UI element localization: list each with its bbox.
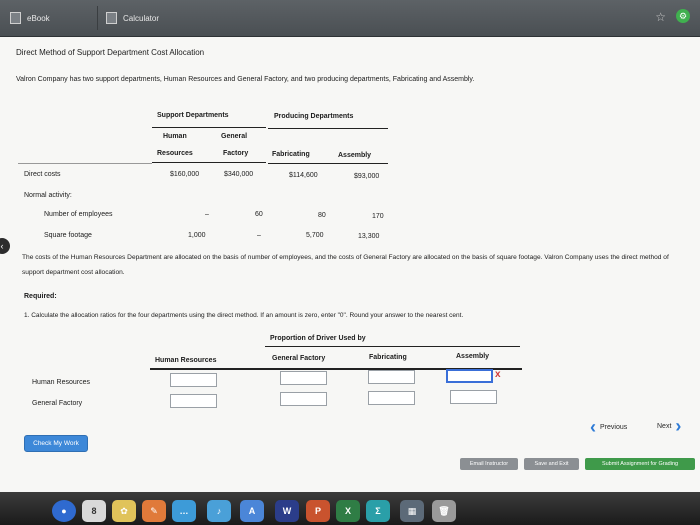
col-assembly: Assembly xyxy=(338,152,372,159)
hr-row-hr-input[interactable] xyxy=(170,373,217,387)
star-icon[interactable]: ☆ xyxy=(655,10,666,24)
header-support-departments: Support Departments xyxy=(157,112,229,119)
page-title: Direct Method of Support Department Cost… xyxy=(16,48,205,57)
employees-fab: 80 xyxy=(318,212,326,219)
chevron-right-icon: › xyxy=(675,416,682,436)
tab-divider xyxy=(97,6,98,30)
col-gf-line1: General xyxy=(221,133,248,140)
support-underline xyxy=(152,127,266,128)
grid-app-icon[interactable]: ▦ xyxy=(400,500,424,522)
employees-asm: 170 xyxy=(372,213,384,220)
producing-underline xyxy=(268,128,388,129)
next-button[interactable]: Next › xyxy=(657,416,682,436)
gear-icon[interactable]: ⚙ xyxy=(676,9,690,23)
sqft-asm: 13,300 xyxy=(358,233,380,240)
top-tab-bar: eBook Calculator ☆ ⚙ xyxy=(0,0,700,37)
employees-gf: 60 xyxy=(255,211,263,218)
word-icon[interactable]: W xyxy=(275,500,299,522)
notes-icon[interactable]: ✎ xyxy=(142,500,166,522)
row-normal-activity-label: Normal activity: xyxy=(24,192,72,199)
ans-row-hr-label: Human Resources xyxy=(32,379,90,386)
direct-costs-fab: $114,600 xyxy=(289,172,318,179)
tab-calculator-label: Calculator xyxy=(123,13,160,23)
col-underline-producing xyxy=(268,163,388,164)
save-exit-button[interactable]: Save and Exit xyxy=(524,458,579,470)
hr-row-gf-input[interactable] xyxy=(280,371,327,385)
col-hr-line1: Human xyxy=(163,133,187,140)
powerpoint-icon[interactable]: P xyxy=(306,500,330,522)
sqft-fab: 5,700 xyxy=(306,232,324,239)
col-underline-support xyxy=(152,162,266,163)
col-fabricating: Fabricating xyxy=(272,151,310,158)
finder-icon[interactable]: ● xyxy=(52,500,76,522)
music-icon[interactable]: ♪ xyxy=(207,500,231,522)
row-separator xyxy=(18,163,152,164)
app-store-icon[interactable]: A xyxy=(240,500,264,522)
row-direct-costs-label: Direct costs xyxy=(24,171,61,178)
required-label: Required: xyxy=(24,293,57,300)
submit-assignment-button[interactable]: Submit Assignment for Grading xyxy=(585,458,695,470)
excel-icon[interactable]: X xyxy=(336,500,360,522)
gf-row-fab-input[interactable] xyxy=(368,391,415,405)
direct-costs-asm: $93,000 xyxy=(354,173,380,180)
tab-ebook-label: eBook xyxy=(27,13,50,23)
employees-hr: – xyxy=(205,211,209,218)
instruction-text: 1. Calculate the allocation ratios for t… xyxy=(24,312,464,319)
col-gf-line2: Factory xyxy=(223,150,249,157)
hr-row-fab-input[interactable] xyxy=(368,370,415,384)
messages-icon[interactable]: … xyxy=(172,500,196,522)
row-employees-label: Number of employees xyxy=(44,211,113,218)
ans-col-asm: Assembly xyxy=(456,353,490,360)
calendar-icon[interactable]: 8 xyxy=(82,500,106,522)
col-hr-line2: Resources xyxy=(157,150,193,157)
answer-caption: Proportion of Driver Used by xyxy=(270,335,366,342)
calculator-icon xyxy=(106,12,117,24)
email-instructor-button[interactable]: Email Instructor xyxy=(460,458,518,470)
caption-underline xyxy=(265,346,520,347)
header-producing-departments: Producing Departments xyxy=(274,113,354,120)
previous-button[interactable]: ‹ Previous xyxy=(590,417,628,437)
book-icon xyxy=(10,12,21,24)
photos-icon[interactable]: ✿ xyxy=(112,500,136,522)
ans-col-hr: Human Resources xyxy=(155,357,217,364)
check-my-work-button[interactable]: Check My Work xyxy=(24,435,88,452)
gf-row-gf-input[interactable] xyxy=(280,392,327,406)
gf-row-asm-input[interactable] xyxy=(450,390,497,404)
incorrect-mark-icon: x xyxy=(495,369,501,380)
allocation-paragraph: The costs of the Human Resources Departm… xyxy=(22,254,669,276)
tab-ebook[interactable]: eBook xyxy=(10,6,50,30)
sigma-icon[interactable]: Σ xyxy=(366,500,390,522)
row-sqft-label: Square footage xyxy=(44,232,92,239)
chevron-left-icon: ‹ xyxy=(590,417,596,437)
direct-costs-gf: $340,000 xyxy=(224,171,254,178)
direct-costs-hr: $160,000 xyxy=(170,171,200,178)
intro-text: Valron Company has two support departmen… xyxy=(16,76,475,83)
previous-label: Previous xyxy=(600,423,628,431)
hr-row-asm-input[interactable] xyxy=(446,369,493,383)
ans-row-gf-label: General Factory xyxy=(32,400,83,407)
tab-calculator[interactable]: Calculator xyxy=(106,6,159,30)
sqft-gf: – xyxy=(257,232,261,239)
next-label: Next xyxy=(657,422,672,430)
sqft-hr: 1,000 xyxy=(188,232,206,239)
ans-col-gf: General Factory xyxy=(272,355,326,362)
ans-col-fab: Fabricating xyxy=(369,354,407,361)
trash-icon[interactable]: 🗑 xyxy=(432,500,456,522)
gf-row-hr-input[interactable] xyxy=(170,394,217,408)
